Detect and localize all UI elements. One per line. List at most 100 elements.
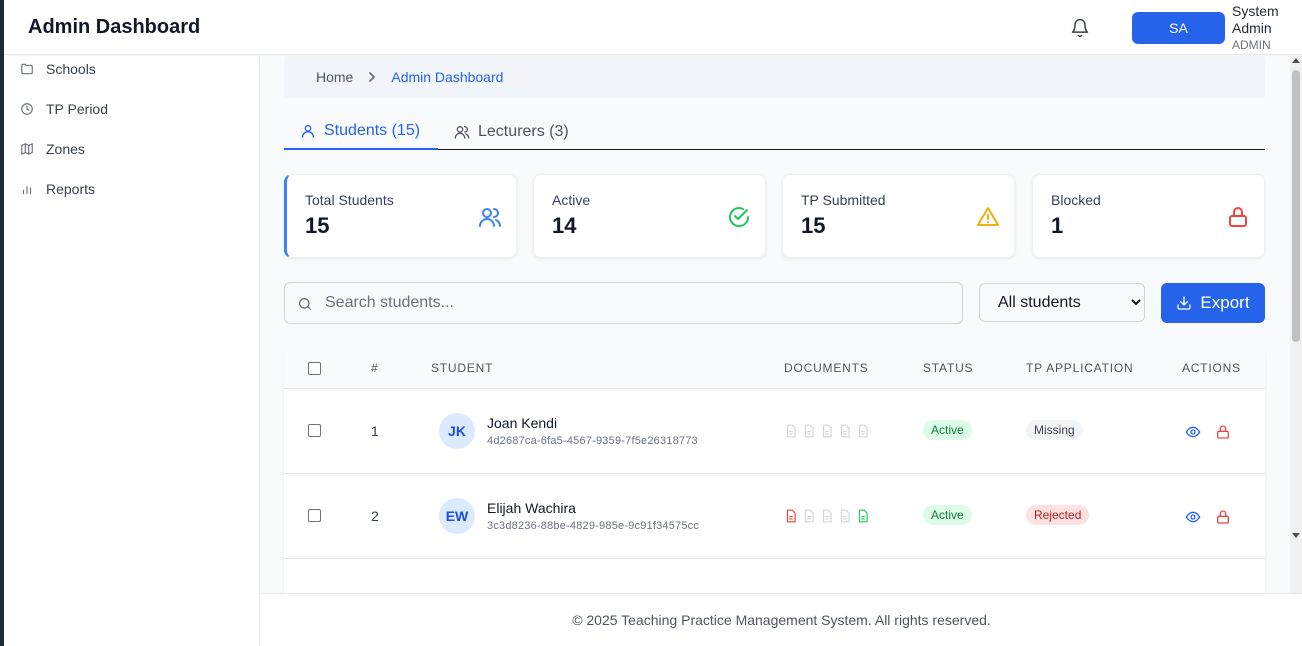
column-header: STUDENT xyxy=(431,361,494,375)
sidebar-item-tp-period[interactable]: TP Period xyxy=(20,97,108,121)
column-header: STATUS xyxy=(923,361,974,375)
document-icon[interactable] xyxy=(820,424,834,438)
table-row: 2 EW Elijah Wachira 3c3d8236-88be-4829-9… xyxy=(284,474,1265,559)
breadcrumb-current[interactable]: Admin Dashboard xyxy=(391,69,503,85)
sidebar-item-schools[interactable]: Schools xyxy=(20,57,96,81)
users-icon xyxy=(454,126,470,139)
row-checkbox[interactable] xyxy=(308,509,321,522)
map-icon xyxy=(21,143,33,155)
bell-icon[interactable] xyxy=(1070,18,1090,38)
avatar: EW xyxy=(439,498,475,534)
breadcrumb-home[interactable]: Home xyxy=(316,69,353,85)
users-icon xyxy=(479,208,501,227)
documents-list xyxy=(784,509,870,523)
footer: © 2025 Teaching Practice Management Syst… xyxy=(261,593,1302,646)
stat-value: 1 xyxy=(1051,213,1064,238)
sidebar-item-reports[interactable]: Reports xyxy=(20,177,95,201)
user-info: System Admin ADMIN xyxy=(1232,3,1294,54)
download-icon xyxy=(1177,296,1192,310)
student-id: 4d2687ca-6fa5-4567-9359-7f5e26318773 xyxy=(487,435,698,447)
tab-lecturers[interactable]: Lecturers (3) xyxy=(454,114,569,150)
bar-chart-icon xyxy=(22,186,32,195)
student-name: Elijah Wachira xyxy=(487,500,576,516)
sidebar-item-label: Schools xyxy=(46,61,96,77)
student-name: Joan Kendi xyxy=(487,415,558,431)
stat-value: 15 xyxy=(305,213,330,238)
stat-label: Total Students xyxy=(305,192,394,208)
sidebar-item-label: Reports xyxy=(46,181,96,197)
tab-label: Lecturers (3) xyxy=(478,123,569,140)
student-id: 3c3d8236-88be-4829-985e-9c91f34575cc xyxy=(487,520,700,532)
sidebar-item-label: TP Period xyxy=(46,101,108,117)
app-title: Admin Dashboard xyxy=(28,16,201,38)
row-number: 1 xyxy=(371,423,379,439)
user-name: System Admin xyxy=(1232,3,1279,36)
eye-icon[interactable] xyxy=(1185,424,1201,440)
student-filter-select[interactable]: All students xyxy=(979,283,1145,322)
scroll-thumb[interactable] xyxy=(1292,70,1300,342)
stat-label: Blocked xyxy=(1051,192,1101,208)
search-icon xyxy=(299,298,311,310)
lock-icon[interactable] xyxy=(1215,424,1231,440)
column-header: TP APPLICATION xyxy=(1026,361,1134,375)
avatar: JK xyxy=(439,413,475,449)
documents-list xyxy=(784,424,870,438)
breadcrumb: Home Admin Dashboard xyxy=(284,56,1265,98)
document-icon[interactable] xyxy=(802,509,816,523)
stat-card-blocked: Blocked 1 xyxy=(1032,174,1265,258)
eye-icon[interactable] xyxy=(1185,509,1201,525)
stat-card-tp-submitted: TP Submitted 15 xyxy=(782,174,1015,258)
row-checkbox[interactable] xyxy=(308,424,321,437)
stat-value: 15 xyxy=(801,213,826,238)
chevron-right-icon xyxy=(367,71,377,83)
document-icon[interactable] xyxy=(784,509,798,523)
document-icon[interactable] xyxy=(802,424,816,438)
tab-students[interactable]: Students (15) xyxy=(284,114,438,150)
user-avatar-button[interactable]: SA xyxy=(1132,12,1225,44)
search-input[interactable] xyxy=(325,283,945,323)
export-button[interactable]: Export xyxy=(1161,283,1265,323)
tp-application-badge: Missing xyxy=(1026,420,1083,440)
clock-icon xyxy=(21,103,33,115)
column-header: # xyxy=(371,361,379,375)
check-circle-icon xyxy=(729,207,750,228)
row-number: 2 xyxy=(371,508,379,524)
sidebar-item-zones[interactable]: Zones xyxy=(20,137,85,161)
status-badge: Active xyxy=(923,505,972,525)
document-icon[interactable] xyxy=(838,509,852,523)
document-icon[interactable] xyxy=(856,424,870,438)
document-icon[interactable] xyxy=(838,424,852,438)
folder-icon xyxy=(21,63,33,75)
lock-icon[interactable] xyxy=(1215,509,1231,525)
export-label: Export xyxy=(1200,293,1250,312)
warning-icon xyxy=(977,207,999,226)
lock-icon xyxy=(1229,207,1247,227)
scroll-down-arrow[interactable] xyxy=(1292,533,1300,538)
tp-application-badge: Rejected xyxy=(1026,505,1090,525)
vertical-scrollbar[interactable] xyxy=(1290,56,1302,593)
top-header: Admin Dashboard SA System Admin ADMIN xyxy=(4,0,1302,55)
stat-value: 14 xyxy=(552,213,577,238)
stat-card-active: Active 14 xyxy=(533,174,766,258)
document-icon[interactable] xyxy=(856,509,870,523)
status-badge: Active xyxy=(923,420,972,440)
tab-bar: Students (15) Lecturers (3) xyxy=(284,114,1265,150)
user-icon xyxy=(302,125,314,138)
document-icon[interactable] xyxy=(784,424,798,438)
tab-label: Students (15) xyxy=(324,122,421,139)
document-icon[interactable] xyxy=(820,509,834,523)
sidebar: Schools TP Period Zones Reports xyxy=(4,56,260,646)
table-header: # STUDENT DOCUMENTS STATUS TP APPLICATIO… xyxy=(284,348,1265,389)
stat-card-total-students: Total Students 15 xyxy=(284,174,517,258)
students-table: # STUDENT DOCUMENTS STATUS TP APPLICATIO… xyxy=(284,348,1265,593)
search-box xyxy=(284,282,963,324)
user-role: ADMIN xyxy=(1232,38,1271,52)
sidebar-item-label: Zones xyxy=(46,141,85,157)
column-header: DOCUMENTS xyxy=(784,361,869,375)
stat-label: TP Submitted xyxy=(801,192,886,208)
table-row: 1 JK Joan Kendi 4d2687ca-6fa5-4567-9359-… xyxy=(284,389,1265,474)
column-header: ACTIONS xyxy=(1182,361,1241,375)
scroll-up-arrow[interactable] xyxy=(1292,58,1300,63)
stat-label: Active xyxy=(552,192,591,208)
select-all-checkbox[interactable] xyxy=(308,362,321,375)
